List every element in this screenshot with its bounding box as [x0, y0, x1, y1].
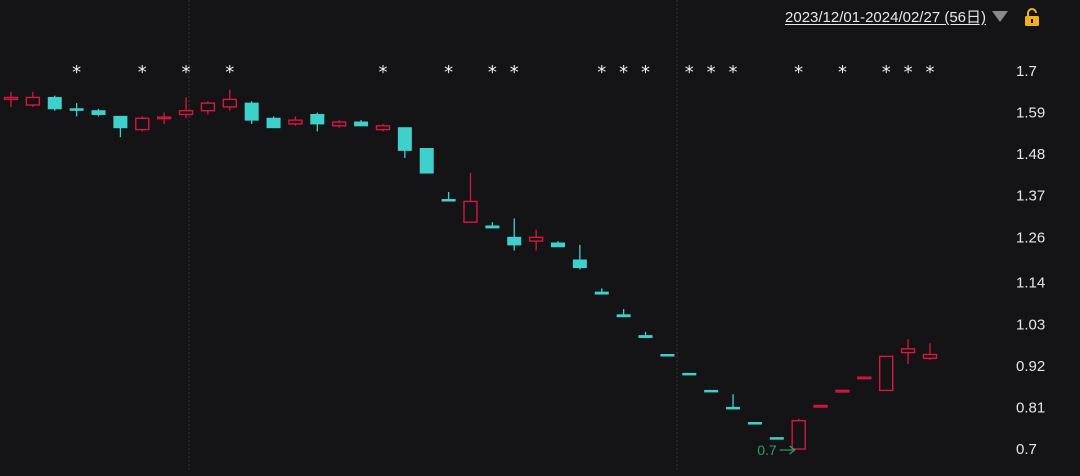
y-tick-label: 0.7 [1016, 441, 1037, 458]
y-tick-label: 0.92 [1016, 358, 1045, 375]
limit-marker: * [641, 62, 650, 83]
candle-body [682, 372, 697, 376]
candle-body [310, 113, 325, 125]
y-tick-label: 1.7 [1016, 63, 1037, 80]
candle-body [594, 291, 609, 295]
date-range-selector[interactable]: 2023/12/01-2024/02/27 (56日) [785, 6, 1008, 27]
date-range-label[interactable]: 2023/12/01-2024/02/27 (56日) [785, 6, 986, 27]
y-tick-label: 1.03 [1016, 316, 1045, 333]
candle-body [835, 389, 850, 393]
candle-body [507, 236, 522, 246]
candle-body [857, 376, 872, 380]
limit-marker: * [72, 62, 81, 83]
limit-marker: * [225, 62, 234, 83]
candle-body [879, 355, 894, 392]
candle-body [222, 98, 238, 108]
candle-body [200, 102, 216, 112]
candle-body [463, 200, 478, 223]
limit-marker: * [794, 62, 803, 83]
candle-body [791, 419, 806, 450]
candle-body [726, 406, 741, 410]
candle-body [3, 96, 19, 101]
candle-body [441, 199, 456, 202]
limit-marker: * [597, 62, 606, 83]
candle-body [572, 259, 587, 269]
limit-marker: * [729, 62, 738, 83]
limit-marker: * [619, 62, 628, 83]
min-price-label: 0.7 [757, 442, 777, 458]
candlestick-chart: 1.7 1.59 1.48 1.37 1.26 1.14 1.03 0.92 0.81 0.7 * *… [3, 0, 1045, 471]
candle-body [900, 348, 916, 354]
limit-marker: * [510, 62, 519, 83]
y-tick-label: 1.14 [1016, 275, 1045, 292]
y-tick-label: 1.26 [1016, 229, 1045, 246]
candle-body [135, 117, 150, 131]
limit-marker: * [685, 62, 694, 83]
candle-body [660, 354, 675, 357]
y-tick-label: 1.48 [1016, 146, 1045, 163]
y-tick-label: 1.37 [1016, 188, 1045, 205]
limit-marker: * [707, 62, 716, 83]
unlocked-padlock-icon[interactable] [1024, 8, 1040, 26]
candle-body [375, 125, 391, 131]
y-tick-label: 0.81 [1016, 399, 1045, 416]
limit-marker: * [838, 62, 847, 83]
candle-body [332, 121, 347, 127]
candle-body [178, 109, 194, 116]
limit-marker: * [488, 62, 497, 83]
candle-body [551, 242, 565, 248]
candle-body [244, 102, 259, 121]
candle-body [922, 353, 938, 359]
candle-body [813, 404, 828, 408]
candle-body [769, 437, 784, 440]
candle-body [419, 147, 434, 174]
candle-body [47, 96, 62, 110]
limit-marker: * [138, 62, 147, 83]
y-tick-label: 1.59 [1016, 105, 1045, 122]
limit-marker: * [882, 62, 891, 83]
limit-marker: * [904, 62, 913, 83]
candle-body [747, 422, 762, 425]
candle-body [69, 108, 84, 111]
candle-body [528, 236, 544, 242]
candle-body [156, 116, 172, 120]
triangle-down-icon[interactable] [992, 11, 1008, 22]
chart-area: 1.7 1.59 1.48 1.37 1.26 1.14 1.03 0.92 0.81 0.7 * *… [0, 0, 1080, 471]
candle-body [485, 225, 500, 229]
limit-marker: * [182, 62, 191, 83]
candle-body [113, 115, 128, 129]
candle-body [25, 96, 41, 106]
candle-body [288, 119, 303, 125]
candle-body [266, 117, 281, 129]
candle-body [354, 121, 369, 127]
candle-body [616, 314, 631, 318]
limit-marker: * [378, 62, 387, 83]
limit-marker: * [444, 62, 453, 83]
candle-body [704, 389, 719, 393]
candle-body [91, 110, 106, 115]
limit-marker: * [925, 62, 934, 83]
candle-body [638, 335, 653, 338]
candle-body [397, 127, 412, 151]
